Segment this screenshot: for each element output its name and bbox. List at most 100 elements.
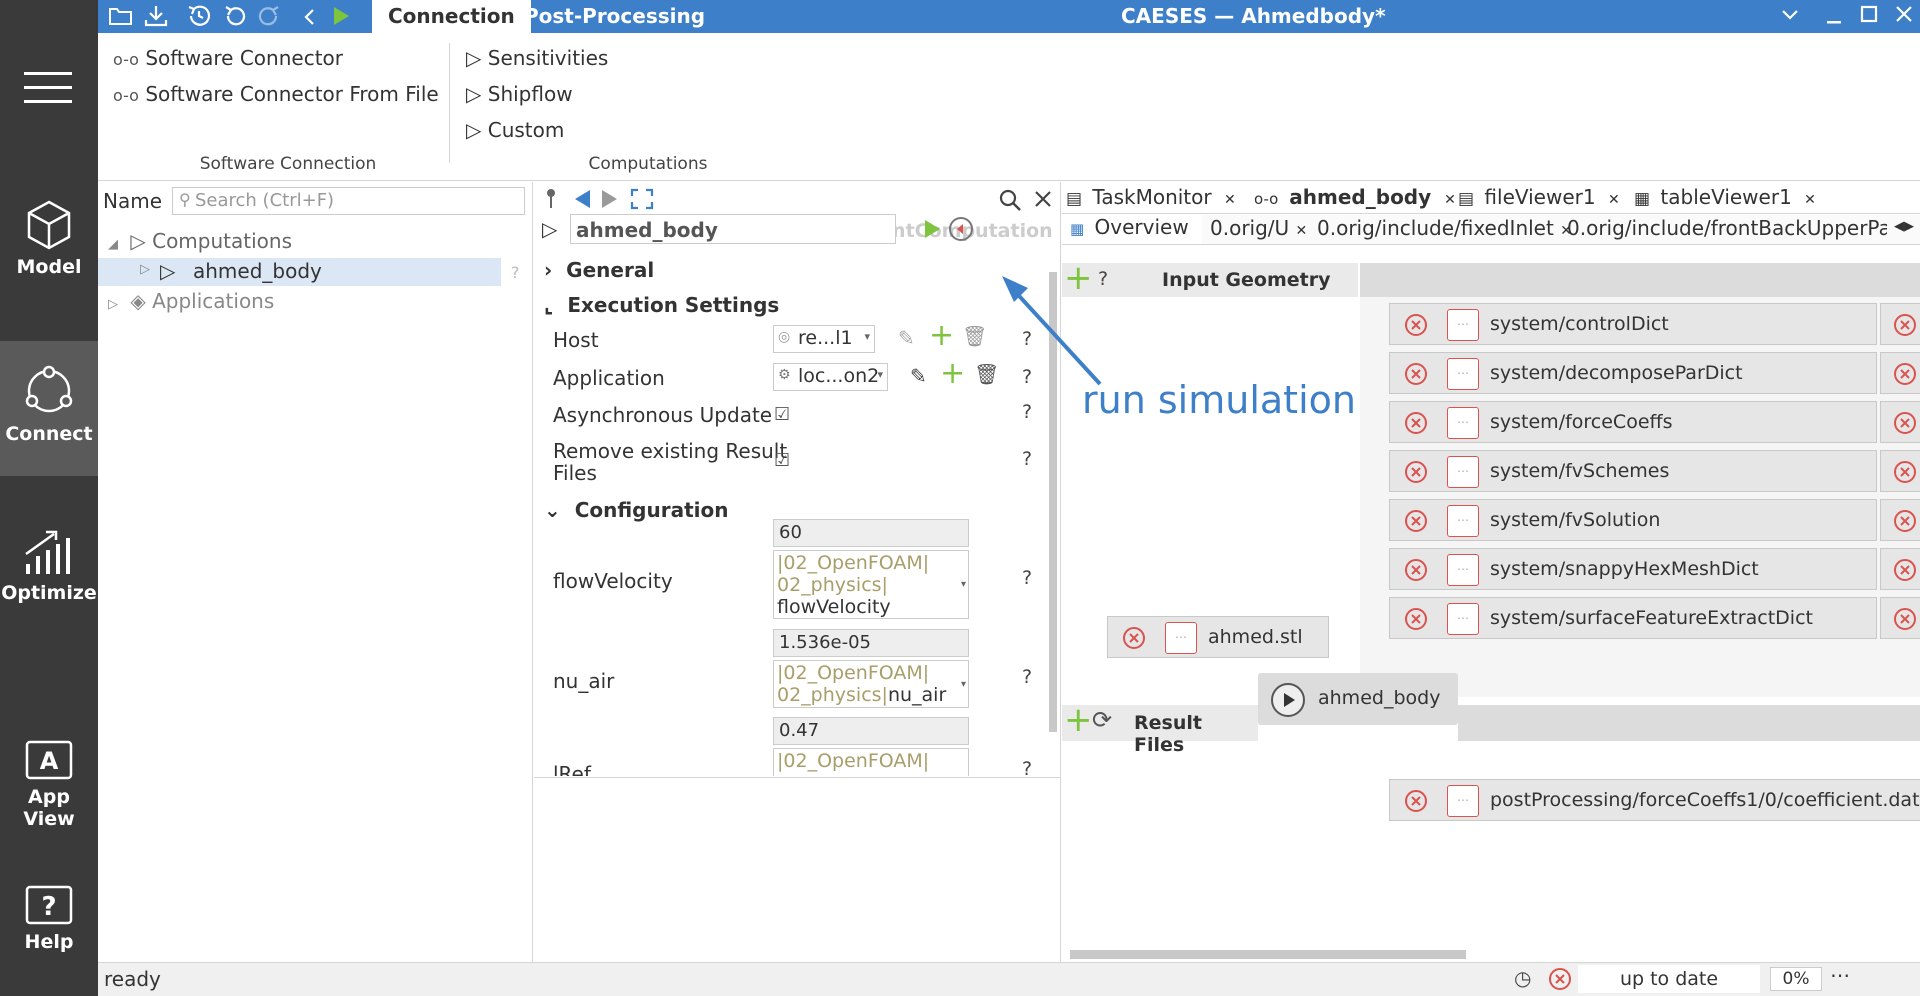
sidebar-item-model[interactable]: Model [0, 200, 98, 300]
file-options-button[interactable]: ⋯ [1447, 554, 1479, 586]
input-file-card[interactable]: ⋯ system/forceCoeffs [1389, 401, 1877, 443]
param-path-field[interactable]: |02_OpenFOAM| 02_physics| flowVelocity ▾ [773, 550, 969, 619]
output-file-card[interactable] [1880, 401, 1920, 443]
remove-results-checkbox[interactable]: ☑ [774, 450, 790, 471]
subtab-file[interactable]: 0.orig/include/frontBackUpperPatc [1567, 216, 1887, 240]
ribbon-item-connector-from-file[interactable]: o-o Software Connector From File [113, 82, 439, 106]
help-mark[interactable]: ? [1022, 567, 1032, 589]
remove-icon[interactable] [1404, 558, 1428, 582]
run-icon[interactable] [331, 5, 351, 27]
expand-icon[interactable]: ▷ [140, 262, 150, 277]
remove-icon[interactable] [1404, 362, 1428, 386]
more-icon[interactable]: ⋯ [1830, 963, 1850, 987]
output-file-card[interactable] [1880, 499, 1920, 541]
remove-icon[interactable] [1404, 607, 1428, 631]
file-options-button[interactable]: ⋯ [1447, 603, 1479, 635]
add-icon[interactable]: + [940, 356, 965, 391]
remove-icon[interactable] [1404, 509, 1428, 533]
file-options-button[interactable]: ⋯ [1447, 358, 1479, 390]
subtab-file[interactable]: 0.orig/U ✕ [1210, 216, 1307, 240]
close-icon[interactable]: ✕ [1804, 192, 1816, 208]
close-icon[interactable]: ✕ [1224, 192, 1236, 208]
tree-item-ahmed-body[interactable]: ▷ ▷ ahmed_body [98, 258, 501, 286]
ribbon-item-sensitivities[interactable]: ▷ Sensitivities [466, 46, 608, 70]
clock-icon[interactable]: ◷ [1514, 966, 1531, 990]
output-file-card[interactable] [1880, 352, 1920, 394]
remove-icon[interactable] [1404, 789, 1428, 813]
tree-item-computations[interactable]: ◢ ▷ Computations [108, 229, 292, 253]
close-icon[interactable] [1895, 5, 1913, 23]
sidebar-item-optimize[interactable]: Optimize [0, 526, 98, 616]
horizontal-scrollbar[interactable] [1070, 950, 1466, 959]
computation-name-field[interactable]: ahmed_body [570, 214, 896, 244]
history-icon[interactable] [186, 4, 212, 28]
download-icon[interactable] [143, 4, 169, 28]
trash-icon[interactable]: 🗑 [962, 324, 987, 348]
close-icon[interactable]: ✕ [1444, 192, 1456, 208]
input-file-card[interactable]: ⋯ system/decomposeParDict [1389, 352, 1877, 394]
sidebar-item-help[interactable]: ? Help [0, 885, 98, 965]
tab-task-monitor[interactable]: ▤ TaskMonitor ✕ [1066, 185, 1236, 209]
undo-icon[interactable] [222, 4, 248, 28]
maximize-icon[interactable] [1860, 5, 1878, 23]
remove-icon[interactable] [1893, 362, 1917, 386]
input-file-card[interactable]: ⋯ system/fvSchemes [1389, 450, 1877, 492]
subtab-overview[interactable]: ▦ Overview [1062, 215, 1202, 244]
output-file-card[interactable] [1880, 450, 1920, 492]
search-input[interactable]: ⚲ Search (Ctrl+F) [172, 187, 525, 215]
pin-icon[interactable] [544, 188, 558, 210]
file-options-button[interactable]: ⋯ [1447, 505, 1479, 537]
input-file-card[interactable]: ⋯ system/fvSolution [1389, 499, 1877, 541]
ribbon-item-software-connector[interactable]: o-o Software Connector [113, 46, 343, 70]
scroll-tabs-icon[interactable]: ◀▶ [1894, 219, 1914, 234]
tab-connection[interactable]: Connection [372, 0, 531, 33]
section-configuration[interactable]: ⌄ Configuration [544, 498, 728, 522]
minimize-icon[interactable] [1825, 8, 1843, 26]
param-value-field[interactable]: 0.47 [773, 717, 969, 745]
host-select[interactable]: ◎ re...l1 ▾ [773, 325, 875, 353]
sidebar-item-connect[interactable]: Connect [0, 341, 98, 476]
tab-file-viewer[interactable]: ▤ fileViewer1 ✕ [1458, 185, 1620, 209]
file-options-button[interactable]: ⋯ [1165, 622, 1197, 654]
tab-table-viewer[interactable]: ▦ tableViewer1 ✕ [1634, 185, 1816, 209]
close-icon[interactable]: ✕ [1296, 223, 1308, 239]
close-icon[interactable] [1034, 190, 1052, 208]
close-icon[interactable]: ✕ [1608, 192, 1620, 208]
input-file-card[interactable]: ⋯ system/controlDict [1389, 303, 1877, 345]
open-folder-icon[interactable] [108, 5, 134, 27]
remove-icon[interactable] [1404, 313, 1428, 337]
subtab-file[interactable]: 0.orig/include/fixedInlet ✕ [1317, 216, 1572, 240]
remove-icon[interactable] [1404, 460, 1428, 484]
output-file-card[interactable] [1880, 548, 1920, 590]
help-mark[interactable]: ? [1022, 401, 1032, 423]
fit-icon[interactable] [630, 188, 654, 210]
file-options-button[interactable]: ⋯ [1447, 456, 1479, 488]
tab-ahmed-body[interactable]: o-o ahmed_body ✕ [1254, 185, 1456, 209]
output-file-card[interactable] [1880, 303, 1920, 345]
help-mark[interactable]: ? [1022, 666, 1032, 688]
refresh-icon[interactable]: ⟳ [1092, 706, 1112, 734]
menu-icon[interactable] [24, 70, 72, 106]
remove-icon[interactable] [1893, 607, 1917, 631]
output-file-card[interactable] [1880, 597, 1920, 639]
file-options-button[interactable]: ⋯ [1447, 309, 1479, 341]
param-path-field[interactable]: |02_OpenFOAM| 02_physics|nu_air ▾ [773, 660, 969, 708]
geometry-file-card[interactable]: ⋯ ahmed.stl [1107, 616, 1329, 658]
back-icon[interactable] [302, 8, 316, 26]
section-general[interactable]: › General [544, 258, 654, 282]
add-icon[interactable]: + [1064, 700, 1093, 740]
file-options-button[interactable]: ⋯ [1447, 407, 1479, 439]
tab-post-processing[interactable]: Post-Processing [508, 0, 721, 33]
help-mark[interactable]: ? [511, 263, 520, 282]
chevron-down-icon[interactable] [1781, 8, 1799, 22]
remove-icon[interactable] [1893, 411, 1917, 435]
expand-icon[interactable]: ▷ [108, 297, 118, 312]
tree-item-applications[interactable]: ▷ ◈ Applications [108, 289, 274, 313]
help-mark[interactable]: ? [1022, 758, 1032, 776]
section-execution-settings[interactable]: ⌞ Execution Settings [544, 293, 779, 317]
run-icon[interactable] [922, 218, 942, 240]
remove-icon[interactable] [1122, 626, 1146, 650]
input-file-card[interactable]: ⋯ system/snappyHexMeshDict [1389, 548, 1877, 590]
param-path-field[interactable]: |02_OpenFOAM| [773, 748, 969, 776]
remove-icon[interactable] [1893, 509, 1917, 533]
